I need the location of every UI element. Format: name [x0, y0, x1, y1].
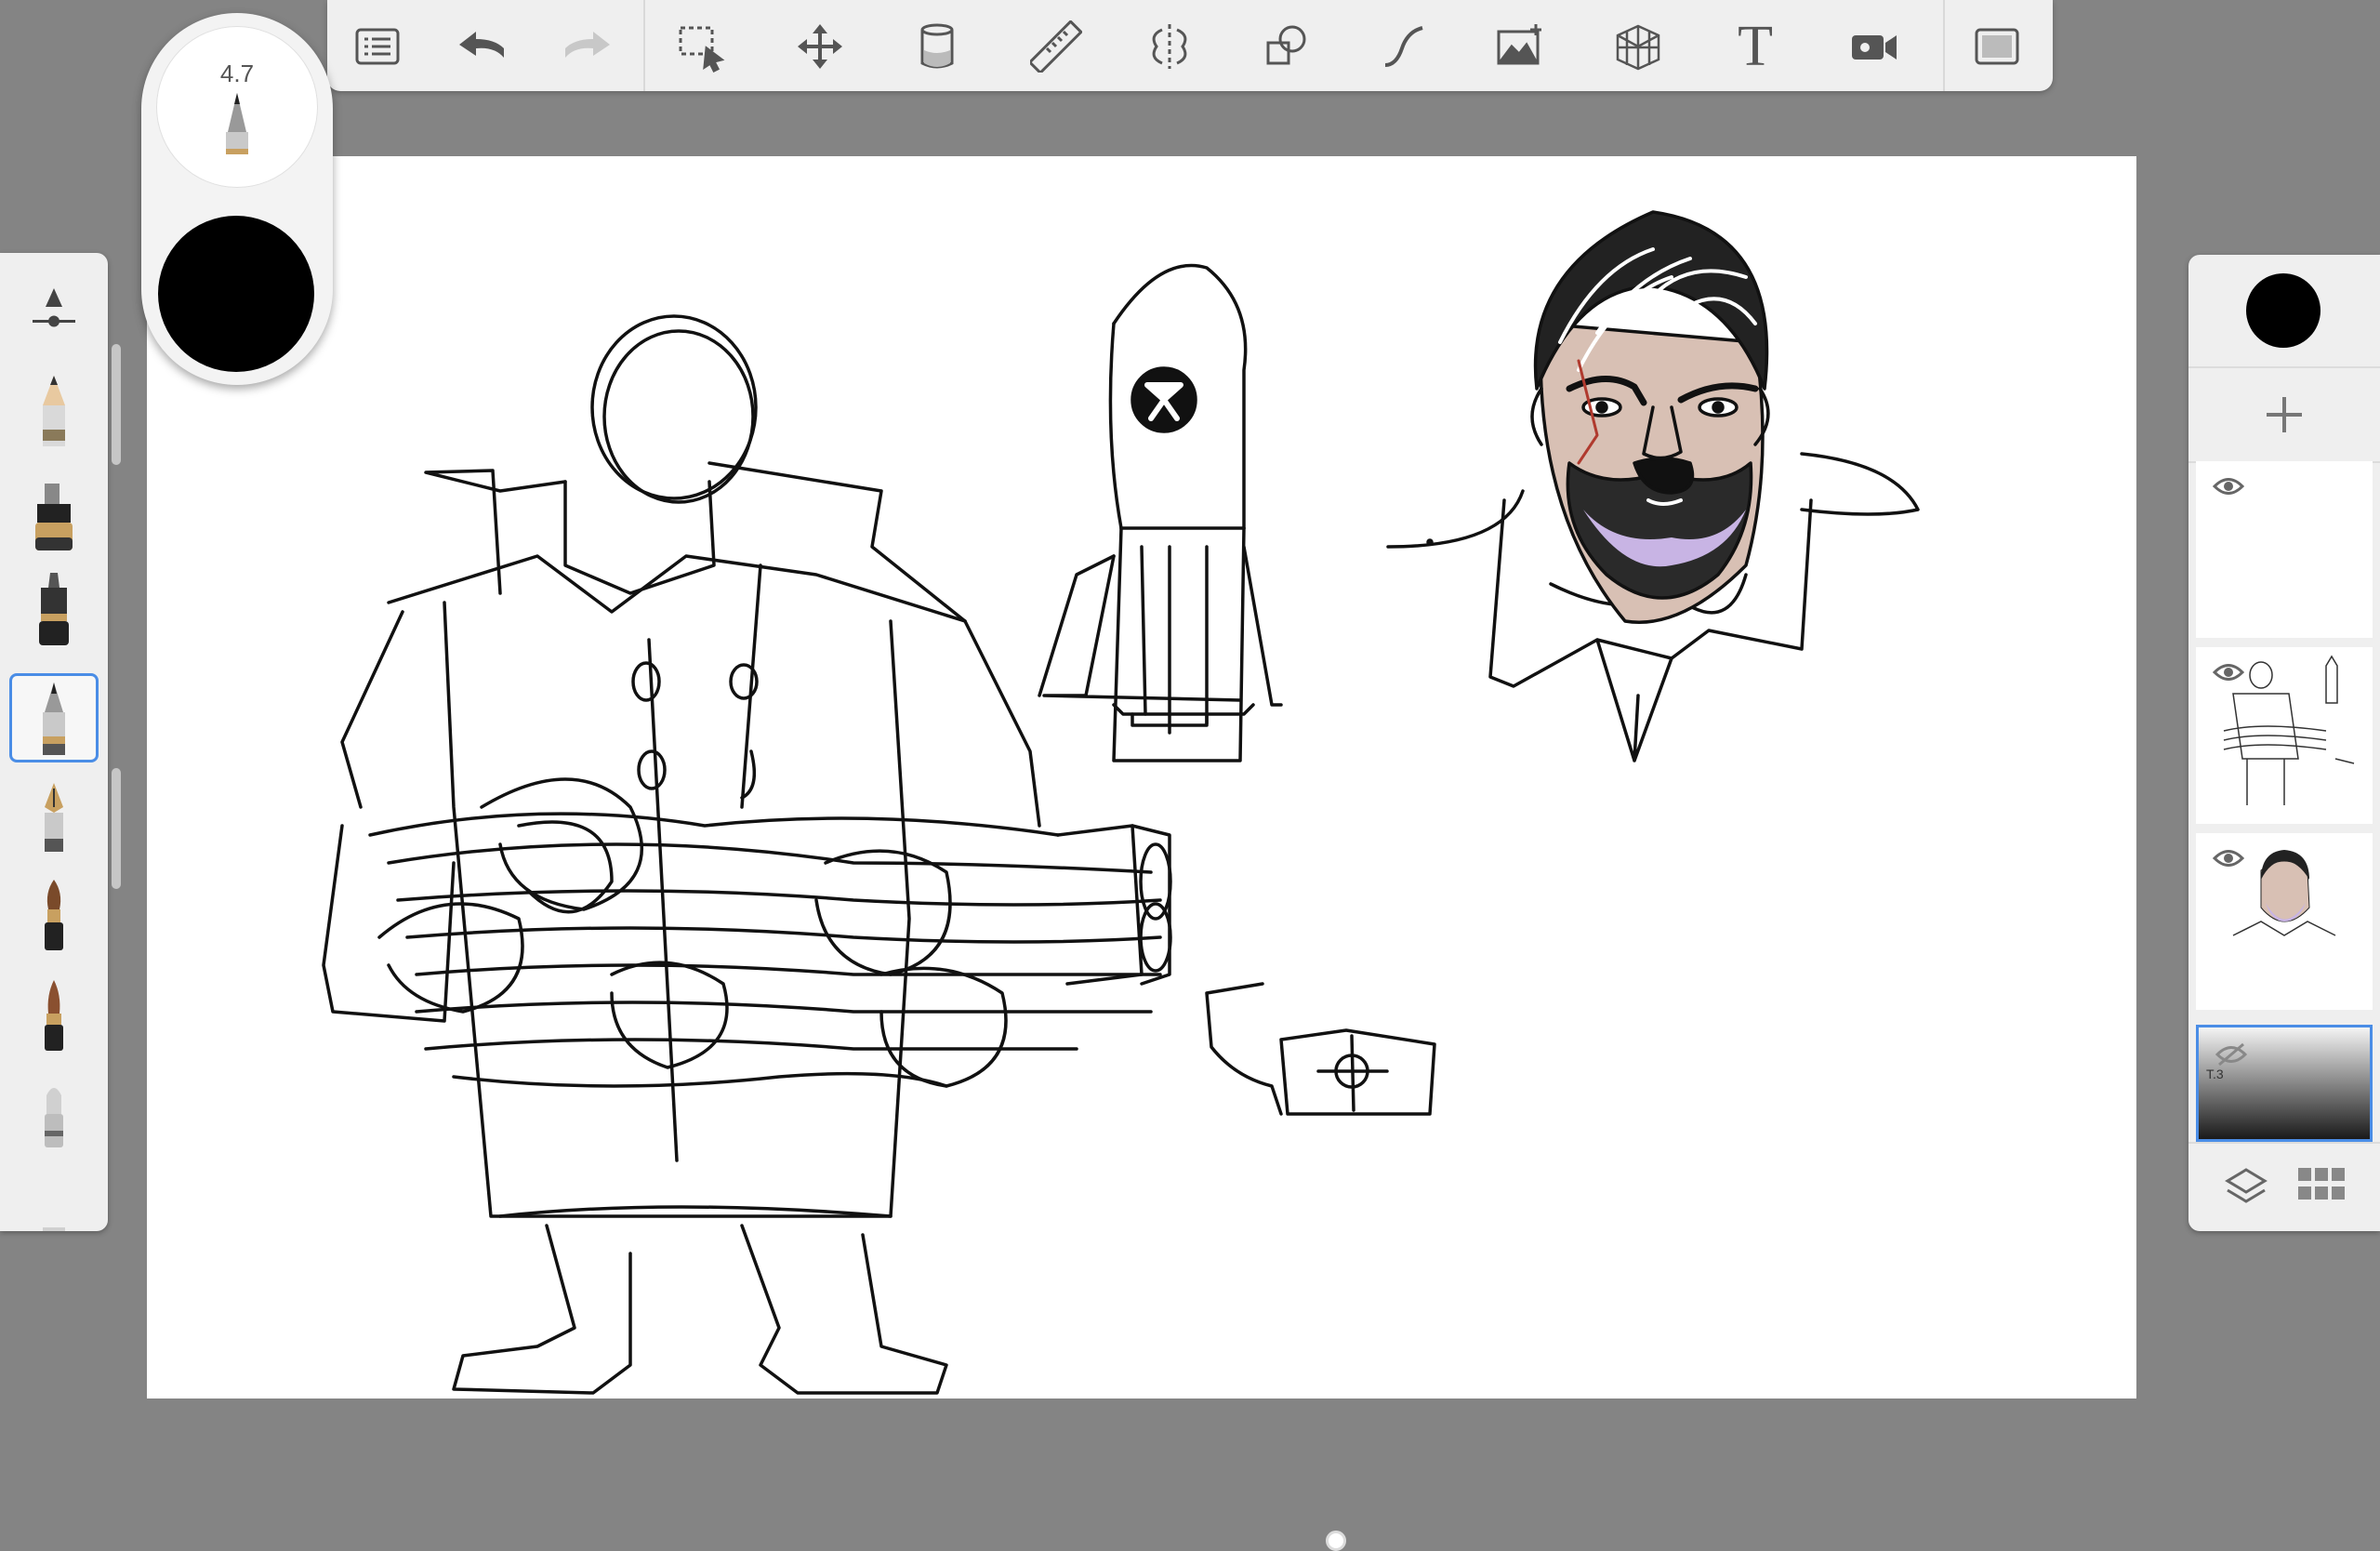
transform-icon[interactable] — [787, 13, 853, 80]
layer-panel: T.3 — [2188, 255, 2380, 1231]
layer-color-swatch[interactable] — [2246, 273, 2320, 348]
eraser-icon[interactable] — [9, 1071, 99, 1160]
marker-icon[interactable] — [9, 471, 99, 560]
more-brushes-icon[interactable] — [9, 1173, 99, 1231]
brush-size-slider-icon[interactable] — [9, 266, 99, 355]
ruler-icon[interactable] — [1023, 13, 1090, 80]
pencil-icon[interactable] — [9, 368, 99, 457]
toolbar-separator — [643, 0, 645, 91]
ballpoint-pen-icon[interactable] — [9, 673, 99, 762]
brush-puck: 4.7 — [141, 13, 333, 385]
layer-background-thumb[interactable]: T.3 — [2196, 1025, 2373, 1142]
eye-icon[interactable] — [2213, 662, 2244, 683]
paint-brush-icon[interactable] — [9, 870, 99, 960]
drawing-canvas[interactable] — [147, 156, 2136, 1551]
canvas-drawing — [322, 210, 1920, 1395]
portrait-drawing — [1386, 210, 1920, 762]
brush-tip-icon — [226, 93, 248, 154]
canvas-zoom-handle[interactable] — [1326, 1531, 1346, 1551]
fountain-pen-icon[interactable] — [9, 774, 99, 863]
inking-pen-icon[interactable] — [9, 563, 99, 653]
color-swatch[interactable] — [158, 216, 314, 372]
round-brush-icon[interactable] — [9, 971, 99, 1060]
grid-view-icon[interactable] — [2296, 1166, 2347, 1203]
layer-background-label: T.3 — [2206, 1067, 2224, 1081]
layer-portrait-thumb[interactable] — [2196, 833, 2373, 1010]
fullscreen-icon[interactable] — [1964, 13, 2030, 80]
layers-stack-icon[interactable] — [2224, 1166, 2268, 1207]
brush-size-value: 4.7 — [219, 60, 255, 87]
eye-hidden-icon[interactable] — [2215, 1042, 2247, 1067]
eye-icon[interactable] — [2213, 476, 2244, 497]
perspective-icon[interactable] — [1605, 13, 1672, 80]
redo-icon[interactable] — [554, 13, 621, 80]
text-tool-label: T — [1738, 15, 1773, 78]
undo-icon[interactable] — [448, 13, 515, 80]
palette-scrollbar-handle[interactable] — [112, 768, 121, 889]
selection-icon[interactable] — [668, 13, 734, 80]
layers-list-icon[interactable] — [344, 13, 411, 80]
top-toolbar: T — [327, 0, 2053, 91]
add-layer-button[interactable] — [2188, 366, 2380, 463]
timelapse-icon[interactable] — [1841, 13, 1908, 80]
stroke-icon[interactable] — [1370, 13, 1437, 80]
brush-size-control[interactable]: 4.7 — [156, 26, 318, 188]
brush-palette — [0, 253, 108, 1231]
rocket-sketch — [1038, 263, 1283, 762]
symmetry-icon[interactable] — [1136, 13, 1203, 80]
shape-icon[interactable] — [1253, 13, 1320, 80]
palette-scrollbar[interactable] — [112, 344, 121, 465]
text-icon[interactable]: T — [1722, 13, 1789, 80]
layer-sketch-thumb[interactable] — [2196, 647, 2373, 824]
eye-icon[interactable] — [2213, 848, 2244, 868]
target-sketch — [1205, 982, 1436, 1116]
toolbar-separator — [1943, 0, 1945, 91]
plus-icon — [2267, 397, 2302, 432]
fill-icon[interactable] — [904, 13, 971, 80]
layer-empty-thumb[interactable] — [2196, 461, 2373, 638]
soldier-sketch — [322, 314, 1172, 1395]
image-icon[interactable] — [1488, 13, 1554, 80]
layer-footer — [2188, 1142, 2380, 1231]
